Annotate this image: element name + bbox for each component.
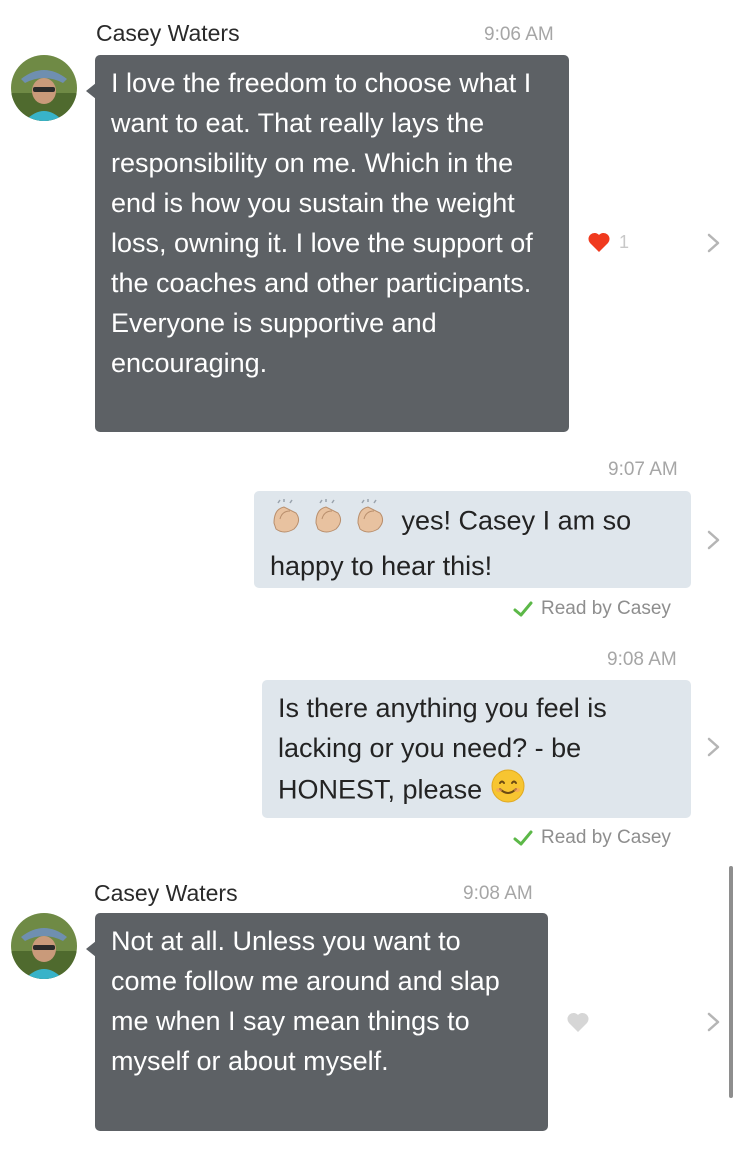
chevron-right-icon[interactable] <box>702 529 724 551</box>
avatar[interactable] <box>11 55 77 121</box>
scrollbar[interactable] <box>729 866 733 1098</box>
message-timestamp: 9:08 AM <box>463 883 533 904</box>
check-icon <box>513 601 533 617</box>
check-icon <box>513 830 533 846</box>
read-receipt: Read by Casey <box>513 827 671 849</box>
sender-name: Casey Waters <box>94 880 238 906</box>
message-text: I love the freedom to choose what I want… <box>111 68 533 378</box>
like-count: 1 <box>619 232 630 252</box>
smiling-face-emoji <box>490 768 526 815</box>
heart-icon[interactable] <box>587 231 611 258</box>
message-bubble[interactable]: Not at all. Unless you want to come foll… <box>86 913 548 1131</box>
avatar-photo <box>11 913 77 979</box>
message-timestamp: 9:06 AM <box>484 24 554 45</box>
read-receipt: Read by Casey <box>513 598 671 620</box>
chevron-right-icon[interactable] <box>702 1011 724 1033</box>
message-timestamp: 9:07 AM <box>608 459 678 480</box>
read-receipt-text: Read by Casey <box>541 827 671 848</box>
chevron-right-icon[interactable] <box>702 232 724 254</box>
bubble-tail <box>86 83 96 99</box>
message-bubble[interactable]: yes! Casey I am so happy to hear this! <box>254 491 691 588</box>
message-text: Not at all. Unless you want to come foll… <box>111 926 500 1076</box>
heart-icon[interactable] <box>566 1011 590 1038</box>
message-bubble[interactable]: I love the freedom to choose what I want… <box>86 55 569 432</box>
message-timestamp: 9:08 AM <box>607 649 677 670</box>
chevron-right-icon[interactable] <box>702 736 724 758</box>
message-text: Is there anything you feel is lacking or… <box>278 693 607 805</box>
bubble-tail <box>86 941 96 957</box>
avatar[interactable] <box>11 913 77 979</box>
clapping-hands-emoji <box>270 499 394 546</box>
read-receipt-text: Read by Casey <box>541 598 671 619</box>
message-bubble[interactable]: Is there anything you feel is lacking or… <box>262 680 691 818</box>
sender-name: Casey Waters <box>96 20 240 46</box>
avatar-photo <box>11 55 77 121</box>
